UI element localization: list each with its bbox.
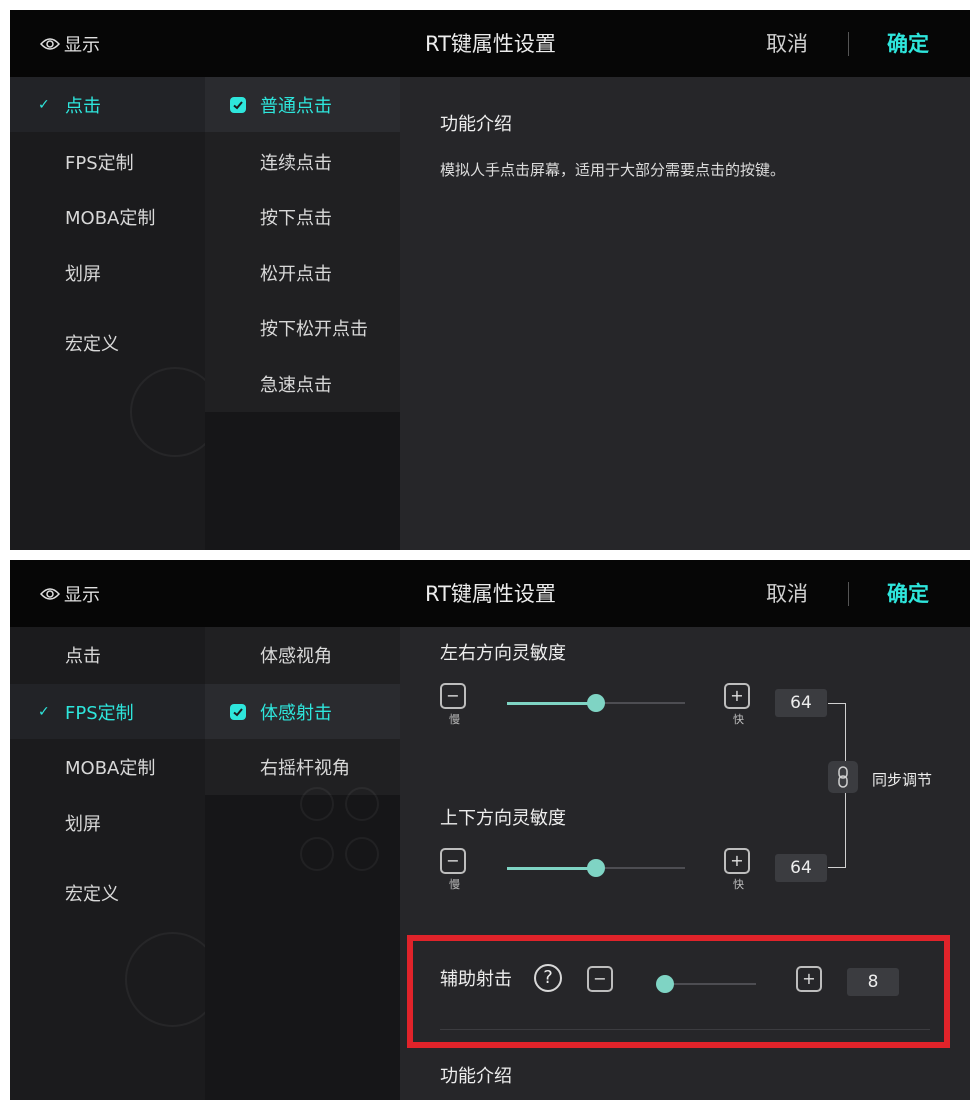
eye-icon (40, 38, 60, 50)
subtype-item-continuous-click[interactable]: 连续点击 (205, 134, 400, 189)
nav-item-label: 宏定义 (65, 883, 119, 905)
subtype-label: 体感射击 (260, 703, 332, 724)
subtype-item-motion-view[interactable]: 体感视角 (205, 627, 400, 682)
feature-intro-heading: 功能介绍 (440, 1066, 512, 1087)
fast-label: 快 (733, 713, 744, 726)
confirm-button[interactable]: 确定 (887, 578, 929, 608)
lr-slider-knob[interactable] (587, 694, 605, 712)
show-toggle-button[interactable]: 显示 (40, 30, 100, 58)
nav-item-label: MOBA定制 (65, 757, 156, 779)
nav-item-fps[interactable]: FPS定制 (10, 134, 205, 189)
fast-label: 快 (733, 878, 744, 891)
lr-decrease-button[interactable]: − (440, 683, 466, 709)
top-bar: 显示 RT键属性设置 取消 确定 (10, 560, 970, 627)
dialog-title: RT键属性设置 (425, 582, 556, 606)
slow-label: 慢 (449, 713, 460, 726)
feature-intro-heading: 功能介绍 (440, 114, 512, 135)
subtype-item-normal-click[interactable]: 普通点击 (205, 77, 400, 132)
subtype-item-release-click[interactable]: 松开点击 (205, 245, 400, 300)
checkbox-checked-icon (230, 97, 246, 113)
background-button-ghost (345, 837, 379, 871)
subtype-label: 按下松开点击 (260, 319, 368, 340)
background-button-ghost (125, 932, 205, 1027)
subtype-list: 体感视角 体感射击 右摇杆视角 (205, 627, 400, 1100)
nav-item-swipe[interactable]: 划屏 (10, 245, 205, 300)
ud-increase-button[interactable]: + (724, 848, 750, 874)
background-button-ghost (130, 367, 205, 457)
settings-panel-click: 显示 RT键属性设置 取消 确定 ✓ 点击 FPS定制 MOBA定制 划屏 宏定… (10, 10, 970, 550)
check-icon: ✓ (38, 96, 50, 113)
lr-sensitivity-value[interactable]: 64 (775, 689, 827, 717)
nav-item-swipe[interactable]: 划屏 (10, 795, 205, 850)
subtype-item-rapid-click[interactable]: 急速点击 (205, 356, 400, 411)
nav-item-moba[interactable]: MOBA定制 (10, 739, 205, 794)
slow-label: 慢 (449, 878, 460, 891)
subtype-list: 普通点击 连续点击 按下点击 松开点击 按下松开点击 急速点击 (205, 77, 400, 550)
nav-item-macro[interactable]: 宏定义 (10, 315, 205, 370)
subtype-label: 按下点击 (260, 208, 332, 229)
dialog-title: RT键属性设置 (425, 32, 556, 56)
nav-item-fps[interactable]: ✓ FPS定制 (10, 684, 205, 739)
subtype-label: 松开点击 (260, 264, 332, 285)
subtype-label: 普通点击 (260, 96, 332, 117)
background-button-ghost (300, 837, 334, 871)
nav-item-label: 划屏 (65, 813, 101, 835)
cancel-button[interactable]: 取消 (766, 578, 808, 608)
ud-sensitivity-value[interactable]: 64 (775, 854, 827, 882)
nav-item-label: FPS定制 (65, 152, 134, 174)
top-bar: 显示 RT键属性设置 取消 确定 (10, 10, 970, 77)
nav-item-click[interactable]: 点击 (10, 627, 205, 682)
nav-item-label: 点击 (65, 645, 101, 667)
subtype-item-right-stick-view[interactable]: 右摇杆视角 (205, 739, 400, 794)
nav-item-label: 划屏 (65, 263, 101, 285)
sync-adjust-label: 同步调节 (872, 771, 933, 789)
feature-intro-text: 模拟人手点击屏幕，适用于大部分需要点击的按键。 (440, 161, 786, 179)
nav-item-label: 点击 (65, 95, 101, 117)
nav-item-click[interactable]: ✓ 点击 (10, 77, 205, 132)
lr-sensitivity-label: 左右方向灵敏度 (440, 643, 566, 664)
show-label: 显示 (64, 35, 100, 56)
ud-decrease-button[interactable]: − (440, 848, 466, 874)
detail-pane: 功能介绍 模拟人手点击屏幕，适用于大部分需要点击的按键。 (400, 77, 970, 550)
nav-item-label: MOBA定制 (65, 207, 156, 229)
settings-panel-fps: 显示 RT键属性设置 取消 确定 点击 ✓ FPS定制 MOBA定制 划屏 宏定… (10, 560, 970, 1100)
ud-sensitivity-label: 上下方向灵敏度 (440, 808, 566, 829)
subtype-label: 连续点击 (260, 153, 332, 174)
check-icon: ✓ (38, 703, 50, 720)
subtype-label: 急速点击 (260, 375, 332, 396)
eye-icon (40, 588, 60, 600)
show-toggle-button[interactable]: 显示 (40, 580, 100, 608)
lr-slider-fill (507, 701, 596, 705)
divider (848, 582, 849, 606)
nav-item-macro[interactable]: 宏定义 (10, 865, 205, 920)
lr-increase-button[interactable]: + (724, 683, 750, 709)
ud-slider-knob[interactable] (587, 859, 605, 877)
confirm-button[interactable]: 确定 (887, 28, 929, 58)
divider (848, 32, 849, 56)
subtype-item-press-release-click[interactable]: 按下松开点击 (205, 300, 400, 355)
category-list: ✓ 点击 FPS定制 MOBA定制 划屏 宏定义 (10, 77, 205, 550)
checkbox-checked-icon (230, 704, 246, 720)
category-list: 点击 ✓ FPS定制 MOBA定制 划屏 宏定义 (10, 627, 205, 1100)
highlight-box (407, 935, 950, 1048)
cancel-button[interactable]: 取消 (766, 28, 808, 58)
ud-slider-fill (507, 866, 596, 870)
show-label: 显示 (64, 585, 100, 606)
link-icon[interactable] (828, 761, 858, 793)
subtype-label: 右摇杆视角 (260, 758, 350, 779)
subtype-item-motion-shoot[interactable]: 体感射击 (205, 684, 400, 739)
subtype-label: 体感视角 (260, 646, 332, 667)
nav-item-moba[interactable]: MOBA定制 (10, 189, 205, 244)
nav-item-label: 宏定义 (65, 333, 119, 355)
nav-item-label: FPS定制 (65, 702, 134, 724)
subtype-item-press-click[interactable]: 按下点击 (205, 189, 400, 244)
